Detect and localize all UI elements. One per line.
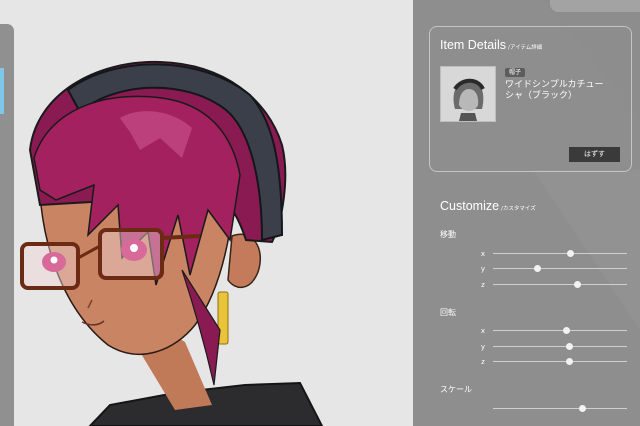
rotate-x-slider[interactable] [493,326,627,336]
headband-thumbnail-icon [441,67,495,121]
rotate-y-label: y [480,343,486,351]
scale-group-label: スケール [440,385,472,394]
move-x-label: x [480,250,486,258]
rotate-x-label: x [480,327,486,335]
slider-knob[interactable] [567,250,575,257]
item-panel: Item Details/アイテム詳細 帽子 ワイドシンプルカチューシャ（ブラッ… [413,0,640,426]
item-details-heading: Item Details/アイテム詳細 [440,34,542,53]
panel-top-tab [550,0,640,12]
slider-knob[interactable] [563,327,571,334]
move-y-label: y [480,265,486,273]
item-name: ワイドシンプルカチューシャ（ブラック） [505,80,604,101]
viewport-left-rail [0,24,14,426]
rotate-group-label: 回転 [440,308,456,317]
move-x-slider[interactable] [493,249,627,259]
customize-heading: Customize/カスタマイズ [440,195,536,214]
slider-knob[interactable] [573,281,581,288]
avatar-model [20,60,324,426]
rotate-z-label: z [481,358,485,366]
item-details-title: Item Details [440,38,506,52]
rotate-y-slider[interactable] [493,342,627,352]
scale-slider[interactable] [493,404,627,414]
avatar-viewport[interactable] [0,0,413,426]
category-badge: 帽子 [505,68,526,77]
slider-knob[interactable] [533,265,541,272]
slider-knob[interactable] [579,405,587,412]
customize-title: Customize [440,199,500,213]
move-group-label: 移動 [440,230,456,239]
slider-knob[interactable] [565,343,573,350]
customize-subtitle: /カスタマイズ [501,206,536,212]
move-z-label: z [481,281,485,289]
move-y-slider[interactable] [493,264,627,274]
item-details-subtitle: /アイテム詳細 [508,45,543,51]
item-thumbnail [440,66,496,122]
slider-knob[interactable] [565,358,573,365]
move-z-slider[interactable] [493,280,627,290]
remove-button[interactable]: はずす [569,147,620,162]
rotate-z-slider[interactable] [493,357,627,367]
